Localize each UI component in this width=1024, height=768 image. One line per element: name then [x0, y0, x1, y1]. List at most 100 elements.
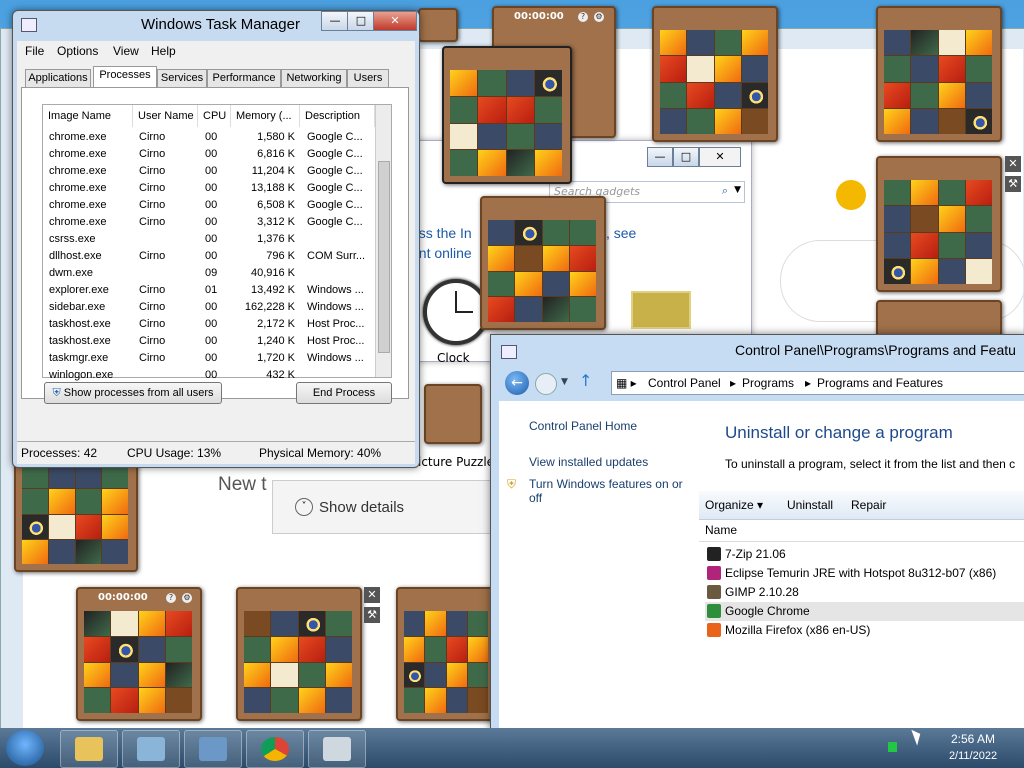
taskbar-task-manager[interactable] [308, 730, 366, 768]
column-memory[interactable]: Memory (... [231, 105, 300, 127]
column-description[interactable]: Description [300, 105, 375, 127]
program-row[interactable]: GIMP 2.10.28 [705, 583, 1024, 602]
program-row[interactable]: Google Chrome [705, 602, 1024, 621]
taskbar-remote-desktop[interactable] [184, 730, 242, 768]
puzzle-gadget[interactable]: 00:00:00 ? ⚙ [76, 587, 202, 721]
tab-networking[interactable]: Networking [281, 69, 347, 89]
program-row[interactable]: 7-Zip 21.06 [705, 545, 1024, 564]
control-panel-window[interactable]: Control Panel\Programs\Programs and Feat… [490, 334, 1024, 732]
puzzle-gadget-dragging[interactable] [442, 46, 572, 184]
organize-button[interactable]: Organize ▾ [705, 498, 763, 512]
puzzle-gadget[interactable] [876, 156, 1002, 292]
taskbar-chrome[interactable] [246, 730, 304, 768]
address-bar[interactable]: ▦ ▸ Control Panel ▸ Programs ▸ Programs … [611, 371, 1024, 395]
table-row[interactable]: chrome.exe Cirno 00 13,188 K Google C... [43, 180, 375, 197]
cell-mem: 2,172 K [257, 318, 295, 330]
help-icon[interactable]: ? [578, 12, 588, 22]
wrench-icon[interactable]: ⚒ [1005, 176, 1021, 192]
column-cpu[interactable]: CPU [198, 105, 231, 127]
table-row[interactable]: taskhost.exe Cirno 00 1,240 K Host Proc... [43, 333, 375, 350]
close-button[interactable]: ✕ [373, 11, 417, 31]
menu-file[interactable]: File [25, 44, 44, 58]
tab-users[interactable]: Users [347, 69, 389, 89]
shield-icon: ⛨ [507, 477, 517, 491]
programs-pane: Uninstall or change a program To uninsta… [699, 401, 1024, 731]
table-row[interactable]: sidebar.exe Cirno 00 162,228 K Windows ... [43, 299, 375, 316]
table-row[interactable]: taskmgr.exe Cirno 00 1,720 K Windows ... [43, 350, 375, 367]
table-row[interactable]: csrss.exe 00 1,376 K [43, 231, 375, 248]
up-arrow-icon[interactable]: ↑ [579, 371, 592, 390]
task-manager-window[interactable]: Windows Task Manager — □ ✕ File Options … [12, 10, 420, 468]
back-arrow-icon[interactable]: ← [505, 371, 529, 395]
process-list-scrollbar[interactable] [375, 105, 391, 377]
tray-status-icon[interactable] [888, 742, 897, 752]
clock-time[interactable]: 2:56 AM [940, 732, 1006, 746]
scrollbar-thumb[interactable] [378, 161, 390, 353]
explorer-icon [75, 737, 103, 761]
show-all-processes-button[interactable]: ⛨ Show processes from all users [44, 382, 222, 404]
view-installed-updates-link[interactable]: View installed updates [529, 455, 648, 469]
program-row[interactable]: Mozilla Firefox (x86 en-US) [705, 621, 1024, 640]
breadcrumb-control-panel[interactable]: Control Panel [648, 376, 721, 390]
table-row[interactable]: chrome.exe Cirno 00 11,204 K Google C... [43, 163, 375, 180]
help-icon[interactable]: ? [166, 593, 176, 603]
program-row[interactable]: Eclipse Temurin JRE with Hotspot 8u312-b… [705, 564, 1024, 583]
menu-view[interactable]: View [113, 44, 139, 58]
settings-icon[interactable]: ⚙ [594, 12, 604, 22]
table-row[interactable]: explorer.exe Cirno 01 13,492 K Windows ... [43, 282, 375, 299]
puzzle-gadget[interactable] [652, 6, 778, 142]
settings-icon[interactable]: ⚙ [182, 593, 192, 603]
table-row[interactable]: taskhost.exe Cirno 00 2,172 K Host Proc... [43, 316, 375, 333]
column-user-name[interactable]: User Name [133, 105, 198, 127]
table-row[interactable]: chrome.exe Cirno 00 3,312 K Google C... [43, 214, 375, 231]
recent-pages-chevron-icon[interactable]: ▼ [561, 377, 568, 387]
taskbar-explorer[interactable] [60, 730, 118, 768]
column-header[interactable]: Name [699, 519, 1024, 542]
table-row[interactable]: chrome.exe Cirno 00 6,508 K Google C... [43, 197, 375, 214]
puzzle-gadget[interactable] [876, 6, 1002, 142]
table-row[interactable]: chrome.exe Cirno 00 6,816 K Google C... [43, 146, 375, 163]
menu-help[interactable]: Help [151, 44, 176, 58]
gallery-close-button[interactable]: ✕ [699, 147, 741, 167]
tab-performance[interactable]: Performance [207, 69, 281, 89]
puzzle-gadget[interactable] [480, 196, 606, 330]
puzzle-gadget[interactable] [396, 587, 496, 721]
expand-details-icon[interactable]: ˅ [295, 498, 313, 516]
control-panel-home-link[interactable]: Control Panel Home [529, 419, 637, 433]
taskbar-control-panel[interactable] [122, 730, 180, 768]
table-row[interactable]: dllhost.exe Cirno 00 796 K COM Surr... [43, 248, 375, 265]
close-icon[interactable]: ✕ [364, 587, 380, 603]
tab-services[interactable]: Services [157, 69, 207, 89]
table-row[interactable]: dwm.exe 09 40,916 K [43, 265, 375, 282]
breadcrumb-programs[interactable]: Programs [742, 376, 794, 390]
gallery-maximize-button[interactable]: □ [673, 147, 699, 167]
windows-features-link[interactable]: Turn Windows features on or [529, 477, 683, 491]
minimize-button[interactable]: — [321, 11, 349, 31]
column-image-name[interactable]: Image Name [43, 105, 133, 127]
puzzle-timer: 00:00:00 [514, 11, 564, 22]
show-details-bar[interactable]: ˅ Show details [272, 480, 500, 534]
forward-arrow-icon[interactable] [535, 373, 557, 395]
start-button[interactable] [6, 730, 44, 766]
wrench-icon[interactable]: ⚒ [364, 607, 380, 623]
maximize-button[interactable]: □ [347, 11, 375, 31]
windows-features-link-line2[interactable]: off [529, 491, 542, 505]
gallery-minimize-button[interactable]: — [647, 147, 673, 167]
breadcrumb-programs-and-features[interactable]: Programs and Features [817, 376, 943, 390]
tab-applications[interactable]: Applications [25, 69, 91, 89]
chevron-down-icon[interactable]: ▼ [734, 185, 741, 195]
repair-button[interactable]: Repair [851, 498, 886, 512]
puzzle-gadget[interactable] [236, 587, 362, 721]
cell-image: chrome.exe [49, 216, 107, 228]
clock-date[interactable]: 2/11/2022 [940, 750, 1006, 762]
close-icon[interactable]: ✕ [1005, 156, 1021, 172]
weather-map-gadget-thumbnail[interactable] [631, 291, 691, 329]
process-list[interactable]: Image Name User Name CPU Memory (... Des… [42, 104, 392, 381]
uninstall-button[interactable]: Uninstall [787, 498, 833, 512]
column-name[interactable]: Name [705, 523, 737, 537]
menu-options[interactable]: Options [57, 44, 98, 58]
end-process-button[interactable]: End Process [296, 382, 392, 404]
picture-puzzle-gadget-thumbnail[interactable] [424, 384, 482, 444]
puzzle-gadget[interactable] [418, 8, 458, 42]
table-row[interactable]: chrome.exe Cirno 00 1,580 K Google C... [43, 129, 375, 146]
